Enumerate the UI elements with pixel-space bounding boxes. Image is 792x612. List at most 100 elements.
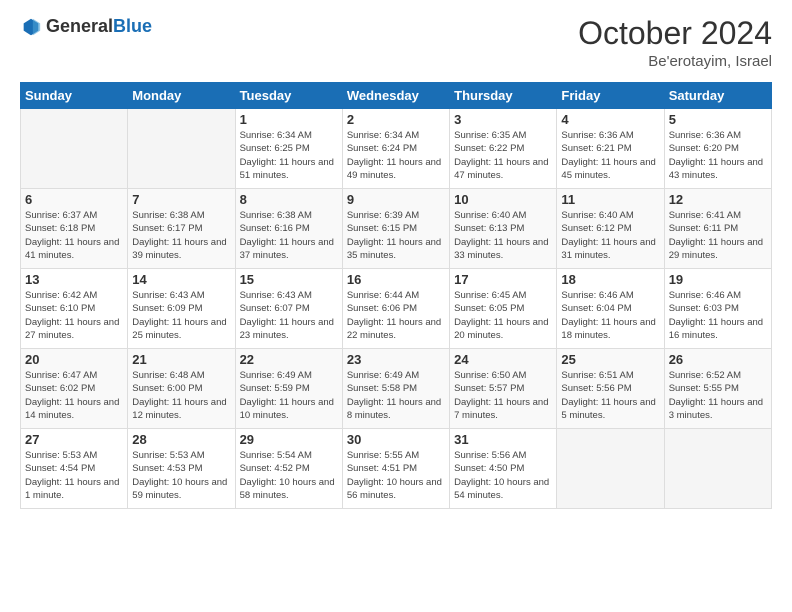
day-number: 17 <box>454 272 552 287</box>
day-info: Sunrise: 6:40 AM Sunset: 6:13 PM Dayligh… <box>454 209 552 262</box>
calendar-cell: 11 Sunrise: 6:40 AM Sunset: 6:12 PM Dayli… <box>557 189 664 269</box>
day-info: Sunrise: 6:48 AM Sunset: 6:00 PM Dayligh… <box>132 369 230 422</box>
day-number: 2 <box>347 112 445 127</box>
day-info: Sunrise: 6:47 AM Sunset: 6:02 PM Dayligh… <box>25 369 123 422</box>
month-year: October 2024 <box>578 16 772 51</box>
day-number: 13 <box>25 272 123 287</box>
calendar-cell: 4 Sunrise: 6:36 AM Sunset: 6:21 PM Daylig… <box>557 109 664 189</box>
calendar: Sunday Monday Tuesday Wednesday Thursday… <box>20 82 772 509</box>
day-number: 22 <box>240 352 338 367</box>
day-info: Sunrise: 6:38 AM Sunset: 6:17 PM Dayligh… <box>132 209 230 262</box>
calendar-cell: 25 Sunrise: 6:51 AM Sunset: 5:56 PM Dayli… <box>557 349 664 429</box>
day-number: 12 <box>669 192 767 207</box>
day-number: 28 <box>132 432 230 447</box>
calendar-cell: 3 Sunrise: 6:35 AM Sunset: 6:22 PM Daylig… <box>450 109 557 189</box>
day-info: Sunrise: 6:49 AM Sunset: 5:59 PM Dayligh… <box>240 369 338 422</box>
day-number: 3 <box>454 112 552 127</box>
day-info: Sunrise: 6:52 AM Sunset: 5:55 PM Dayligh… <box>669 369 767 422</box>
calendar-body: 1 Sunrise: 6:34 AM Sunset: 6:25 PM Daylig… <box>21 109 772 509</box>
calendar-cell: 26 Sunrise: 6:52 AM Sunset: 5:55 PM Dayli… <box>664 349 771 429</box>
day-number: 5 <box>669 112 767 127</box>
col-thursday: Thursday <box>450 83 557 109</box>
col-monday: Monday <box>128 83 235 109</box>
calendar-cell: 31 Sunrise: 5:56 AM Sunset: 4:50 PM Dayli… <box>450 429 557 509</box>
day-info: Sunrise: 6:35 AM Sunset: 6:22 PM Dayligh… <box>454 129 552 182</box>
calendar-cell: 14 Sunrise: 6:43 AM Sunset: 6:09 PM Dayli… <box>128 269 235 349</box>
day-number: 4 <box>561 112 659 127</box>
day-info: Sunrise: 6:34 AM Sunset: 6:24 PM Dayligh… <box>347 129 445 182</box>
logo: GeneralBlue <box>20 16 152 38</box>
calendar-cell: 13 Sunrise: 6:42 AM Sunset: 6:10 PM Dayli… <box>21 269 128 349</box>
day-info: Sunrise: 6:50 AM Sunset: 5:57 PM Dayligh… <box>454 369 552 422</box>
day-info: Sunrise: 6:40 AM Sunset: 6:12 PM Dayligh… <box>561 209 659 262</box>
logo-icon <box>20 16 42 38</box>
day-number: 31 <box>454 432 552 447</box>
page: GeneralBlue October 2024 Be'erotayim, Is… <box>0 0 792 612</box>
day-number: 16 <box>347 272 445 287</box>
calendar-cell: 12 Sunrise: 6:41 AM Sunset: 6:11 PM Dayli… <box>664 189 771 269</box>
col-friday: Friday <box>557 83 664 109</box>
calendar-cell: 15 Sunrise: 6:43 AM Sunset: 6:07 PM Dayli… <box>235 269 342 349</box>
day-number: 6 <box>25 192 123 207</box>
day-number: 10 <box>454 192 552 207</box>
calendar-cell: 29Sunrise: 5:54 AM Sunset: 4:52 PM Dayli… <box>235 429 342 509</box>
day-info: Sunrise: 6:36 AM Sunset: 6:21 PM Dayligh… <box>561 129 659 182</box>
calendar-cell: 20 Sunrise: 6:47 AM Sunset: 6:02 PM Dayli… <box>21 349 128 429</box>
day-info: Sunrise: 6:34 AM Sunset: 6:25 PM Dayligh… <box>240 129 338 182</box>
calendar-cell: 28Sunrise: 5:53 AM Sunset: 4:53 PM Dayli… <box>128 429 235 509</box>
day-number: 25 <box>561 352 659 367</box>
day-number: 9 <box>347 192 445 207</box>
calendar-cell: 2 Sunrise: 6:34 AM Sunset: 6:24 PM Daylig… <box>342 109 449 189</box>
calendar-cell: 10 Sunrise: 6:40 AM Sunset: 6:13 PM Dayli… <box>450 189 557 269</box>
day-info: Sunrise: 5:56 AM Sunset: 4:50 PM Dayligh… <box>454 449 552 502</box>
calendar-cell: 22 Sunrise: 6:49 AM Sunset: 5:59 PM Dayli… <box>235 349 342 429</box>
day-number: 15 <box>240 272 338 287</box>
location: Be'erotayim, Israel <box>578 53 772 70</box>
col-wednesday: Wednesday <box>342 83 449 109</box>
day-number: 26 <box>669 352 767 367</box>
day-number: 20 <box>25 352 123 367</box>
calendar-cell: 30 Sunrise: 5:55 AM Sunset: 4:51 PM Dayli… <box>342 429 449 509</box>
day-info: Sunrise: 6:42 AM Sunset: 6:10 PM Dayligh… <box>25 289 123 342</box>
day-info: Sunrise: 6:41 AM Sunset: 6:11 PM Dayligh… <box>669 209 767 262</box>
calendar-cell <box>664 429 771 509</box>
day-info: Sunrise: 6:51 AM Sunset: 5:56 PM Dayligh… <box>561 369 659 422</box>
day-number: 30 <box>347 432 445 447</box>
calendar-header: Sunday Monday Tuesday Wednesday Thursday… <box>21 83 772 109</box>
calendar-cell: 18Sunrise: 6:46 AM Sunset: 6:04 PM Dayli… <box>557 269 664 349</box>
col-tuesday: Tuesday <box>235 83 342 109</box>
calendar-cell: 8Sunrise: 6:38 AM Sunset: 6:16 PM Daylig… <box>235 189 342 269</box>
header: GeneralBlue October 2024 Be'erotayim, Is… <box>20 16 772 70</box>
calendar-cell: 24 Sunrise: 6:50 AM Sunset: 5:57 PM Dayli… <box>450 349 557 429</box>
calendar-cell: 17 Sunrise: 6:45 AM Sunset: 6:05 PM Dayli… <box>450 269 557 349</box>
calendar-cell: 19Sunrise: 6:46 AM Sunset: 6:03 PM Dayli… <box>664 269 771 349</box>
day-number: 23 <box>347 352 445 367</box>
calendar-cell: 7 Sunrise: 6:38 AM Sunset: 6:17 PM Daylig… <box>128 189 235 269</box>
logo-text: GeneralBlue <box>46 17 152 37</box>
calendar-cell: 9 Sunrise: 6:39 AM Sunset: 6:15 PM Daylig… <box>342 189 449 269</box>
day-info: Sunrise: 6:43 AM Sunset: 6:07 PM Dayligh… <box>240 289 338 342</box>
day-info: Sunrise: 6:45 AM Sunset: 6:05 PM Dayligh… <box>454 289 552 342</box>
day-info: Sunrise: 5:55 AM Sunset: 4:51 PM Dayligh… <box>347 449 445 502</box>
calendar-cell <box>557 429 664 509</box>
day-info: Sunrise: 6:39 AM Sunset: 6:15 PM Dayligh… <box>347 209 445 262</box>
day-number: 7 <box>132 192 230 207</box>
day-info: Sunrise: 6:49 AM Sunset: 5:58 PM Dayligh… <box>347 369 445 422</box>
calendar-cell: 6 Sunrise: 6:37 AM Sunset: 6:18 PM Daylig… <box>21 189 128 269</box>
day-info: Sunrise: 6:43 AM Sunset: 6:09 PM Dayligh… <box>132 289 230 342</box>
day-number: 21 <box>132 352 230 367</box>
day-number: 11 <box>561 192 659 207</box>
col-saturday: Saturday <box>664 83 771 109</box>
day-number: 1 <box>240 112 338 127</box>
title-block: October 2024 Be'erotayim, Israel <box>578 16 772 70</box>
day-info: Sunrise: 6:37 AM Sunset: 6:18 PM Dayligh… <box>25 209 123 262</box>
calendar-cell <box>21 109 128 189</box>
calendar-cell: 21 Sunrise: 6:48 AM Sunset: 6:00 PM Dayli… <box>128 349 235 429</box>
day-info: Sunrise: 6:46 AM Sunset: 6:03 PM Dayligh… <box>669 289 767 342</box>
day-number: 24 <box>454 352 552 367</box>
calendar-cell: 16Sunrise: 6:44 AM Sunset: 6:06 PM Dayli… <box>342 269 449 349</box>
day-number: 14 <box>132 272 230 287</box>
day-number: 8 <box>240 192 338 207</box>
calendar-cell: 5Sunrise: 6:36 AM Sunset: 6:20 PM Daylig… <box>664 109 771 189</box>
header-row: Sunday Monday Tuesday Wednesday Thursday… <box>21 83 772 109</box>
